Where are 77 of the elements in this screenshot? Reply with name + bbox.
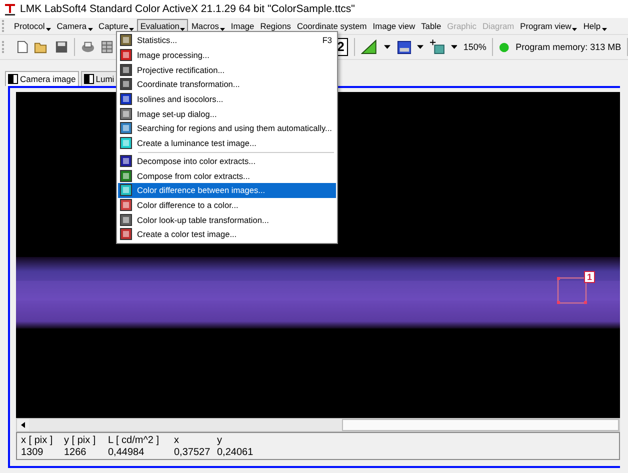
menu-item[interactable]: Capture [96, 19, 138, 33]
menu-item[interactable]: Table [418, 19, 444, 33]
table-cell-text: 0,37527 [174, 447, 212, 459]
menu-item[interactable]: Coordinate transformation... [118, 77, 336, 92]
left-arrow-icon [21, 422, 25, 428]
window-title: LMK LabSoft4 Standard Color ActiveX 21.1.29 64 bit "ColorSample.ttcs" [20, 3, 355, 15]
menu-item-icon [120, 228, 132, 240]
menu-item[interactable]: Decompose into color extracts... [118, 154, 336, 168]
save-icon[interactable] [54, 40, 68, 54]
add-region-icon[interactable] [430, 39, 445, 55]
menu-item-icon [120, 214, 132, 226]
menu-item[interactable]: Projective rectification... [118, 62, 336, 78]
memory-status: Program memory: 313 MB [516, 42, 622, 52]
menu-item[interactable]: Color look-up table transformation... [118, 212, 336, 227]
menu-item[interactable]: Create a luminance test image... [118, 136, 336, 150]
caret-icon [602, 28, 607, 30]
menu-item-icon [120, 78, 132, 90]
half-square-icon [84, 74, 94, 84]
menu-item[interactable]: Isolines and isocolors... [118, 92, 336, 106]
table-cell-text: 0,44984 [108, 447, 146, 459]
tab[interactable]: Lumi [80, 71, 118, 86]
column-header: x [174, 435, 180, 447]
dropdown-arrow-icon[interactable] [450, 45, 458, 49]
menu-item[interactable]: Searching for regions and using them automatically... [118, 121, 336, 136]
menu-item[interactable]: Image [228, 19, 258, 33]
menu-item-icon [120, 137, 132, 150]
menu-item-icon [120, 49, 132, 62]
scrollbar-thumb[interactable] [342, 419, 619, 431]
menu-item[interactable]: Regions [257, 19, 294, 33]
menu-item-icon [120, 154, 132, 167]
table-cell-text: 1309 [21, 447, 44, 459]
new-file-icon[interactable] [16, 40, 28, 54]
menu-item[interactable]: Macros [188, 19, 228, 33]
region-label: 1 [584, 271, 596, 283]
table-cell-text: 0,24061 [217, 447, 254, 459]
gradation-icon[interactable] [361, 39, 378, 55]
caret-icon [46, 28, 51, 30]
menu-item[interactable]: Protocol [11, 19, 54, 33]
menu-item-icon [120, 122, 132, 134]
grid-icon[interactable] [100, 40, 113, 54]
column-header: L [ cd/m^2 ] [108, 435, 160, 447]
dropdown-arrow-icon[interactable] [384, 45, 391, 49]
menu-item-icon [120, 170, 132, 182]
menu-item[interactable]: Help [580, 19, 610, 33]
scroll-left-button[interactable] [17, 419, 29, 431]
menu-item-icon [120, 108, 132, 120]
menu-item-icon [120, 198, 132, 211]
half-square-icon [8, 74, 18, 84]
dropdown-arrow-icon[interactable] [417, 45, 424, 49]
menu-item[interactable]: Create a color test image... [118, 226, 336, 242]
column-header: x [ pix ] [21, 435, 54, 447]
tab[interactable]: Camera image [5, 71, 79, 86]
menu-item-icon [120, 64, 132, 76]
horizontal-scrollbar[interactable] [16, 418, 620, 432]
caret-icon [88, 28, 93, 30]
app-logo-icon [4, 2, 16, 16]
column-header: y [217, 435, 223, 447]
table-cell-text: 1266 [64, 447, 88, 459]
menu-item[interactable]: Program view [517, 19, 580, 33]
menu-item[interactable]: Compose from color extracts... [118, 168, 336, 183]
print-icon[interactable] [80, 40, 95, 54]
menu-item[interactable]: Image processing... [118, 48, 336, 62]
menu-item-icon [120, 34, 132, 46]
color-palette-icon[interactable] [396, 40, 412, 54]
zoom-level: 150% [463, 42, 486, 52]
menu-item[interactable]: Image view [370, 19, 418, 33]
menu-item[interactable]: Camera [54, 19, 96, 33]
menu-item[interactable]: Image set-up dialog... [118, 106, 336, 122]
menu-item[interactable]: Color difference to a color... [118, 198, 336, 212]
menu-item-icon [120, 93, 132, 106]
column-header: y [ pix ] [64, 435, 97, 447]
menu-item[interactable]: Statistics... F3 [118, 33, 336, 48]
menu-item[interactable]: Coordinate system [294, 19, 370, 33]
menu-item[interactable]: Color difference between images... [118, 182, 336, 198]
open-folder-icon[interactable] [34, 40, 49, 54]
caret-icon [572, 28, 578, 30]
menu-item-icon [120, 184, 132, 196]
